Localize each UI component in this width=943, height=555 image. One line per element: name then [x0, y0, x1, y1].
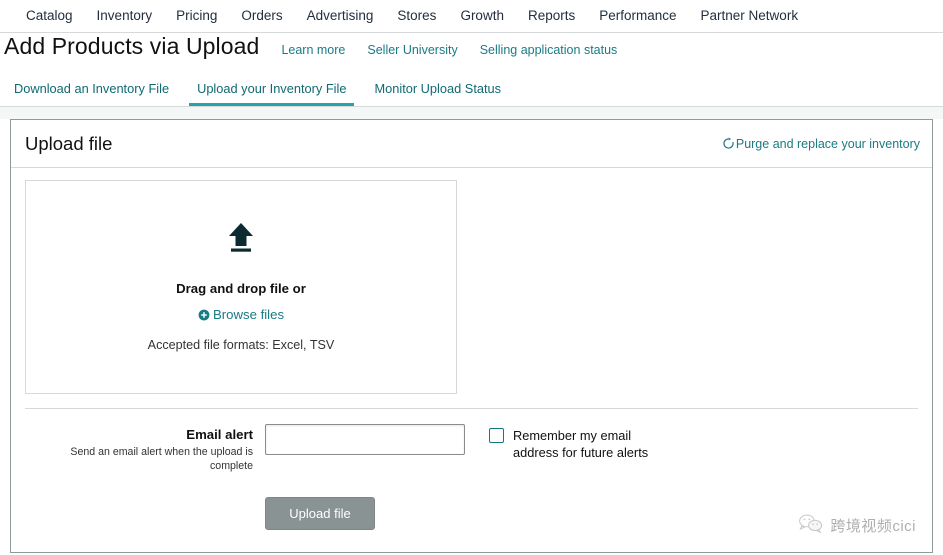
- upload-file-card: Upload file Purge and replace your inven…: [10, 119, 933, 553]
- link-selling-application-status[interactable]: Selling application status: [480, 43, 618, 57]
- purge-and-replace-label: Purge and replace your inventory: [735, 136, 920, 151]
- accepted-formats-text: Accepted file formats: Excel, TSV: [147, 338, 335, 352]
- content-gutter: [0, 107, 943, 119]
- card-body-upper: Drag and drop file or Browse files Accep…: [11, 168, 932, 394]
- nav-item-stores[interactable]: Stores: [385, 0, 448, 32]
- nav-item-partner-network[interactable]: Partner Network: [689, 0, 811, 32]
- circle-plus-icon: [198, 309, 210, 321]
- nav-item-catalog[interactable]: Catalog: [14, 0, 85, 32]
- browse-files-label: Browse files: [212, 307, 285, 322]
- tab-download-inventory-file[interactable]: Download an Inventory File: [6, 81, 177, 106]
- link-learn-more[interactable]: Learn more: [281, 43, 345, 57]
- card-header: Upload file Purge and replace your inven…: [11, 120, 932, 168]
- global-navigation-bar: Catalog Inventory Pricing Orders Adverti…: [0, 0, 943, 33]
- nav-item-growth[interactable]: Growth: [448, 0, 516, 32]
- page-header: Add Products via Upload Learn more Selle…: [0, 33, 943, 77]
- card-title: Upload file: [25, 132, 113, 154]
- tab-monitor-upload-status[interactable]: Monitor Upload Status: [366, 81, 509, 106]
- remember-email-checkbox[interactable]: [489, 428, 504, 443]
- drag-and-drop-label: Drag and drop file or: [176, 281, 306, 296]
- email-alert-description: Send an email alert when the upload is c…: [70, 446, 253, 472]
- tab-upload-inventory-file[interactable]: Upload your Inventory File: [189, 81, 355, 106]
- page-header-links: Learn more Seller University Selling app…: [281, 43, 639, 57]
- watermark: 跨境视频cici: [798, 513, 916, 538]
- nav-item-orders[interactable]: Orders: [229, 0, 294, 32]
- purge-and-replace-link[interactable]: Purge and replace your inventory: [722, 137, 920, 151]
- email-alert-input[interactable]: [265, 424, 465, 455]
- submit-row: Upload file: [11, 497, 932, 530]
- remember-email-label: Remember my email address for future ale…: [513, 428, 649, 460]
- upload-arrow-icon: [226, 222, 256, 259]
- nav-item-inventory[interactable]: Inventory: [85, 0, 165, 32]
- page-title: Add Products via Upload: [4, 33, 260, 59]
- email-alert-label: Email alert: [186, 427, 253, 442]
- watermark-text: 跨境视频cici: [830, 518, 916, 535]
- nav-item-advertising[interactable]: Advertising: [295, 0, 386, 32]
- nav-item-performance[interactable]: Performance: [587, 0, 688, 32]
- file-dropzone[interactable]: Drag and drop file or Browse files Accep…: [25, 180, 457, 394]
- upload-file-button[interactable]: Upload file: [265, 497, 375, 530]
- link-seller-university[interactable]: Seller University: [367, 43, 457, 57]
- remember-email-group[interactable]: Remember my email address for future ale…: [489, 424, 663, 461]
- refresh-icon: [722, 137, 735, 150]
- email-alert-labels: Email alert Send an email alert when the…: [25, 424, 265, 473]
- email-alert-row: Email alert Send an email alert when the…: [11, 409, 932, 473]
- wechat-logo-icon: [798, 513, 824, 538]
- browse-files-link[interactable]: Browse files: [198, 307, 284, 322]
- nav-item-reports[interactable]: Reports: [516, 0, 587, 32]
- nav-item-pricing[interactable]: Pricing: [164, 0, 229, 32]
- tab-bar: Download an Inventory File Upload your I…: [0, 77, 943, 107]
